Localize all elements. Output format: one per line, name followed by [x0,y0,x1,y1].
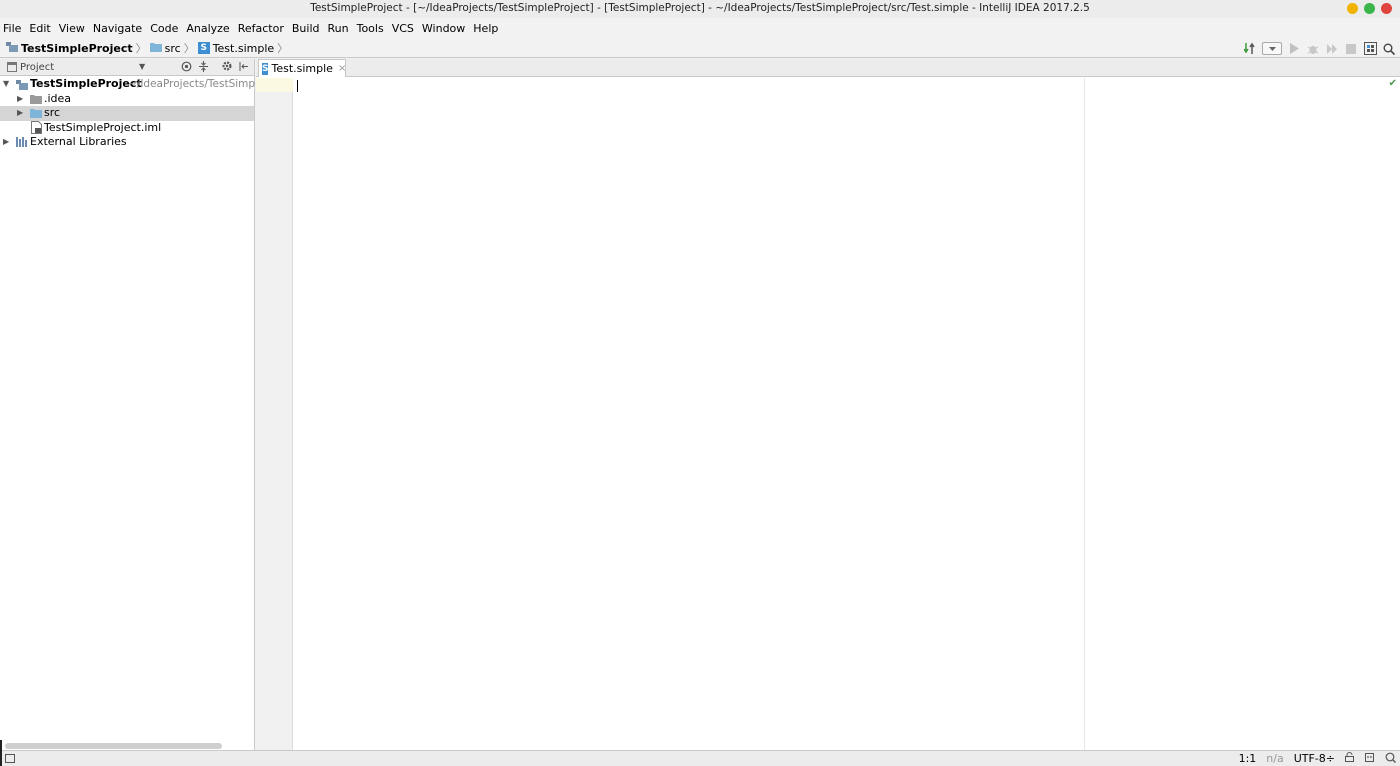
project-view-icon [7,62,17,75]
collapsed-arrow-icon[interactable]: ▶ [17,92,23,107]
tree-item-iml[interactable]: TestSimpleProject.iml [0,120,254,136]
search-everywhere-icon[interactable] [1382,42,1396,56]
breadcrumb-file-label: Test.simple [212,41,275,55]
build-icon[interactable] [1243,42,1257,56]
hide-panel-icon[interactable] [239,61,250,75]
menu-code[interactable]: Code [150,19,178,39]
status-bar-edge [0,740,2,766]
libraries-icon [16,137,28,152]
editor-tab-bar: S Test.simple × [256,59,1400,77]
tree-item-label: External Libraries [30,135,127,148]
stop-icon[interactable] [1344,42,1358,56]
collapse-all-icon[interactable] [198,60,209,75]
navigation-bar: TestSimpleProject 〉 src 〉 S Test.simple … [0,39,1400,58]
breadcrumb-src-label: src [164,41,181,55]
chevron-right-icon: 〉 [183,42,195,55]
current-line-highlight [256,78,293,92]
tree-item-label: TestSimpleProject.iml [44,120,162,134]
project-tool-window: Project ▼ ▼ TestSimpleProject ~/IdeaProj… [0,59,264,750]
minimize-button[interactable] [1347,3,1358,14]
menu-bar: File Edit View Navigate Code Analyze Ref… [0,19,1400,39]
project-panel-header: Project ▼ [0,59,254,76]
project-view-selector[interactable]: Project [20,62,54,73]
title-bar: TestSimpleProject - [~/IdeaProjects/Test… [0,0,1400,18]
line-separator[interactable]: n/a [1266,752,1283,765]
tree-item-label: src [44,106,61,119]
window-controls [1347,3,1392,14]
tree-item-label: .idea [44,91,72,105]
tree-item-project-root[interactable]: ▼ TestSimpleProject ~/IdeaProjects/TestS… [0,77,264,92]
menu-build[interactable]: Build [292,19,320,39]
chevron-right-icon: 〉 [135,42,147,55]
collapsed-arrow-icon[interactable]: ▶ [17,106,23,121]
right-margin-guide [1084,78,1085,750]
file-encoding[interactable]: UTF-8÷ [1294,752,1335,765]
breadcrumb-project-label: TestSimpleProject [21,41,133,55]
caret-position[interactable]: 1:1 [1239,752,1257,765]
close-icon[interactable]: × [338,63,346,74]
project-panel-tools [181,60,250,75]
simple-file-icon: S [262,62,269,75]
module-icon [6,41,18,55]
run-icon[interactable] [1287,42,1301,56]
menu-file[interactable]: File [3,19,21,39]
read-only-toggle-icon[interactable] [1345,752,1354,765]
main-toolbar [1243,40,1396,57]
debug-icon[interactable] [1306,42,1320,56]
breadcrumb-src[interactable]: src [149,39,181,58]
menu-vcs[interactable]: VCS [392,19,414,39]
editor-tab-test-simple[interactable]: S Test.simple × [258,59,346,77]
menu-run[interactable]: Run [328,19,349,39]
project-tree: ▼ TestSimpleProject ~/IdeaProjects/TestS… [0,77,264,150]
event-log-icon[interactable] [1385,752,1396,766]
menu-edit[interactable]: Edit [29,19,50,39]
coverage-icon[interactable] [1325,42,1339,56]
text-caret [297,80,298,92]
menu-help[interactable]: Help [473,19,498,39]
project-structure-icon[interactable] [1363,42,1377,56]
scroll-from-source-icon[interactable] [181,61,192,75]
editor-tab-label: Test.simple [271,62,333,75]
menu-tools[interactable]: Tools [357,19,384,39]
breadcrumb-project[interactable]: TestSimpleProject [6,39,133,58]
simple-file-icon: S [197,42,210,54]
editor-gutter[interactable] [256,78,293,750]
close-button[interactable] [1381,3,1392,14]
folder-icon [149,42,162,55]
tool-windows-toggle-icon[interactable] [5,754,15,763]
ide-window: TestSimpleProject - [~/IdeaProjects/Test… [0,0,1400,766]
chevron-right-icon: 〉 [277,42,289,55]
maximize-button[interactable] [1364,3,1375,14]
status-widgets: 1:1 n/a UTF-8÷ [1239,751,1396,766]
status-bar: 1:1 n/a UTF-8÷ [0,740,1400,766]
menu-refactor[interactable]: Refactor [238,19,284,39]
tree-item-path: ~/IdeaProjects/TestSimple [128,78,265,90]
tree-item-external-libraries[interactable]: ▶ External Libraries [0,135,254,150]
project-horizontal-scrollbar[interactable] [5,743,222,749]
menu-view[interactable]: View [59,19,85,39]
gear-icon[interactable] [221,60,233,75]
expanded-arrow-icon[interactable]: ▼ [3,77,9,92]
run-config-dropdown[interactable] [1262,42,1282,55]
code-editor[interactable] [294,78,1400,750]
inspection-ok-icon[interactable]: ✔ [1389,78,1397,89]
hector-icon[interactable] [1364,752,1375,766]
menu-analyze[interactable]: Analyze [186,19,229,39]
breadcrumb-file[interactable]: S Test.simple [197,39,275,58]
menu-window[interactable]: Window [422,19,465,39]
chevron-down-icon[interactable]: ▼ [139,62,145,71]
editor-area: S Test.simple × ✔ [256,59,1400,750]
tree-item-label: TestSimpleProject [30,77,142,90]
tree-item-src[interactable]: ▶ src [0,106,254,121]
menu-navigate[interactable]: Navigate [93,19,142,39]
window-title: TestSimpleProject - [~/IdeaProjects/Test… [310,2,1090,14]
tree-item-idea[interactable]: ▶ .idea [0,92,254,107]
collapsed-arrow-icon[interactable]: ▶ [3,135,9,150]
